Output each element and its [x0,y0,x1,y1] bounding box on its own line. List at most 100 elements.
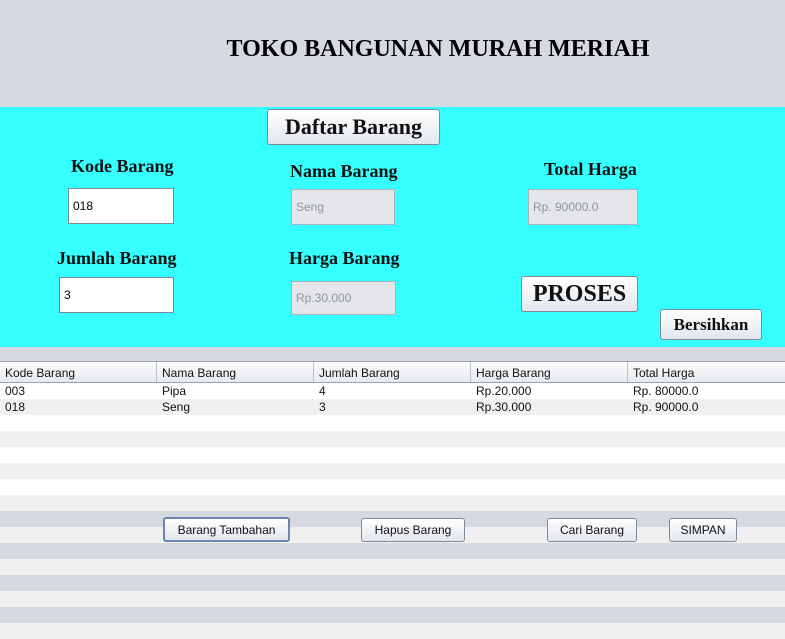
table-cell[interactable] [157,415,314,431]
app-title: TOKO BANGUNAN MURAH MERIAH [226,36,650,62]
table-cell[interactable] [471,607,628,623]
column-header[interactable]: Kode Barang [0,362,157,382]
table-cell[interactable] [0,479,157,495]
table-row[interactable] [0,415,785,431]
table-cell[interactable] [157,623,314,639]
table-cell[interactable] [314,591,471,607]
kode-barang-field[interactable] [68,188,174,224]
table-cell[interactable] [628,431,785,447]
table-cell[interactable] [471,575,628,591]
table-cell[interactable] [157,495,314,511]
table-row[interactable] [0,431,785,447]
table-cell[interactable] [157,447,314,463]
proses-button[interactable]: PROSES [521,276,638,312]
table-cell[interactable] [314,479,471,495]
table-cell[interactable] [157,575,314,591]
column-header[interactable]: Nama Barang [157,362,314,382]
table-cell[interactable]: Seng [157,399,314,415]
table-cell[interactable] [628,543,785,559]
table-cell[interactable]: Rp. 90000.0 [628,399,785,415]
table-cell[interactable] [628,575,785,591]
table-cell[interactable] [314,415,471,431]
table-cell[interactable] [314,447,471,463]
table-cell[interactable]: 3 [314,399,471,415]
table-row[interactable]: 003 Pipa 4 Rp.20.000 Rp. 80000.0 [0,383,785,399]
table-row[interactable] [0,447,785,463]
table-cell[interactable] [471,479,628,495]
cari-barang-button[interactable]: Cari Barang [547,518,637,542]
table-cell[interactable]: 018 [0,399,157,415]
column-header[interactable]: Harga Barang [471,362,628,382]
table-cell[interactable] [471,591,628,607]
table-cell[interactable] [0,431,157,447]
table-cell[interactable] [0,543,157,559]
table-cell[interactable] [471,623,628,639]
table-cell[interactable]: 4 [314,383,471,399]
table-row[interactable] [0,591,785,607]
table-row[interactable] [0,607,785,623]
table-row[interactable] [0,495,785,511]
table-cell[interactable] [0,575,157,591]
table-cell[interactable] [157,479,314,495]
table-cell[interactable] [628,447,785,463]
table-cell[interactable] [0,591,157,607]
kode-barang-label: Kode Barang [71,156,174,176]
table-cell[interactable] [314,463,471,479]
table-cell[interactable] [314,495,471,511]
table-cell[interactable] [628,591,785,607]
table-cell[interactable] [471,463,628,479]
bersihkan-button[interactable]: Bersihkan [660,309,762,340]
table-cell[interactable] [0,495,157,511]
table-cell[interactable]: Rp.30.000 [471,399,628,415]
table-cell[interactable] [628,495,785,511]
table-cell[interactable] [471,415,628,431]
table-body: 003 Pipa 4 Rp.20.000 Rp. 80000.0 018 Seng 3 Rp.3… [0,383,785,639]
table-row[interactable]: 018 Seng 3 Rp.30.000 Rp. 90000.0 [0,399,785,415]
table-cell[interactable]: Rp. 80000.0 [628,383,785,399]
table-cell[interactable] [0,527,157,543]
table-cell[interactable]: Rp.20.000 [471,383,628,399]
column-header[interactable]: Total Harga [628,362,785,382]
table-cell[interactable] [471,431,628,447]
hapus-barang-button[interactable]: Hapus Barang [361,518,465,542]
table-cell[interactable] [628,415,785,431]
table-cell[interactable] [0,463,157,479]
daftar-barang-button[interactable]: Daftar Barang [267,109,440,145]
table-cell[interactable] [471,495,628,511]
table-cell[interactable] [628,623,785,639]
nama-barang-label: Nama Barang [290,161,398,181]
table-cell[interactable]: Pipa [157,383,314,399]
table-cell[interactable] [314,431,471,447]
table-cell[interactable] [157,591,314,607]
table-cell[interactable] [628,463,785,479]
table-cell[interactable] [628,607,785,623]
table-cell[interactable] [157,431,314,447]
jumlah-barang-field[interactable] [59,277,174,313]
table-cell[interactable] [471,543,628,559]
table-cell[interactable] [314,543,471,559]
table-cell[interactable] [0,415,157,431]
simpan-button[interactable]: SIMPAN [669,518,737,542]
table-cell[interactable] [314,575,471,591]
table-cell[interactable] [0,511,157,527]
table-row[interactable] [0,479,785,495]
items-table[interactable]: Kode Barang Nama Barang Jumlah Barang Ha… [0,361,785,639]
table-cell[interactable] [314,623,471,639]
table-cell[interactable] [0,623,157,639]
table-cell[interactable] [628,479,785,495]
table-cell[interactable] [0,447,157,463]
table-row[interactable] [0,543,785,559]
table-cell[interactable] [471,447,628,463]
table-row[interactable] [0,575,785,591]
table-row[interactable] [0,623,785,639]
table-cell[interactable] [157,607,314,623]
barang-tambahan-button[interactable]: Barang Tambahan [163,517,290,542]
nama-barang-field [291,189,395,225]
column-header[interactable]: Jumlah Barang [314,362,471,382]
table-cell[interactable] [314,607,471,623]
table-cell[interactable] [157,543,314,559]
table-cell[interactable] [157,463,314,479]
table-row[interactable] [0,463,785,479]
table-cell[interactable]: 003 [0,383,157,399]
table-cell[interactable] [0,607,157,623]
